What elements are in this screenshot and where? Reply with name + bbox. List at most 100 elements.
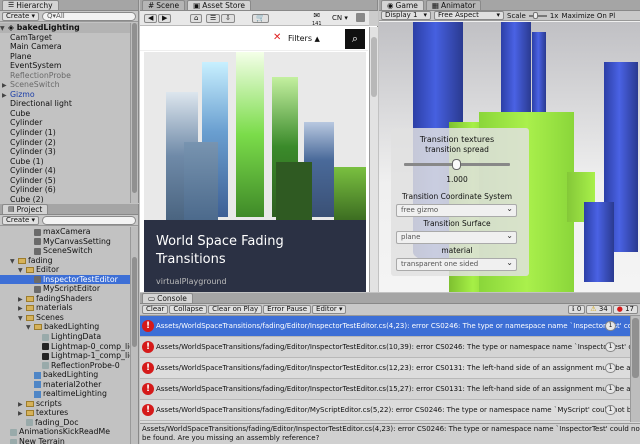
hierarchy-item[interactable]: Cylinder (5) [0, 176, 130, 186]
clear-on-play-button[interactable]: Clear on Play [208, 305, 263, 314]
error-pause-button[interactable]: Error Pause [263, 305, 312, 314]
hierarchy-create-button[interactable]: Create ▾ [2, 11, 40, 21]
surface-dropdown[interactable]: plane [396, 230, 517, 244]
project-item[interactable]: InspectorTestEditor [0, 274, 130, 285]
console-scrollbar[interactable] [630, 316, 640, 422]
hierarchy-item[interactable]: ReflectionProbe [0, 71, 130, 81]
expand-arrow-icon[interactable]: ▼ [18, 266, 26, 276]
list-icon[interactable]: ☰ [206, 14, 221, 23]
hierarchy-item[interactable]: Cylinder (6) [0, 185, 130, 195]
expand-arrow-icon[interactable]: ▼ [26, 323, 34, 333]
aspect-select[interactable]: Free Aspect ▾ [434, 11, 504, 20]
slider-handle[interactable] [452, 159, 461, 170]
expand-arrow-icon[interactable]: ▶ [2, 91, 10, 101]
hierarchy-scrollbar[interactable] [130, 23, 138, 203]
tab-hierarchy[interactable]: ☰ Hierarchy [2, 0, 59, 10]
mail-icon[interactable]: ✉ 141 [312, 12, 322, 28]
scale-slider[interactable] [528, 11, 547, 19]
project-item[interactable]: ▼ fading [0, 256, 130, 266]
hierarchy-item[interactable]: ▶ Gizmo [0, 90, 130, 100]
project-item[interactable]: ▼ bakedLighting [0, 322, 130, 332]
project-item[interactable]: Lightmap-1_comp_ligh [0, 351, 130, 361]
project-item[interactable]: fading_Doc [0, 418, 130, 428]
tab-console[interactable]: ▭ Console [142, 293, 193, 303]
hierarchy-scroll-thumb[interactable] [132, 23, 137, 193]
coord-system-dropdown[interactable]: free gizmo [396, 203, 517, 217]
tab-animator[interactable]: ▦ Animator [425, 0, 482, 10]
hierarchy-search-input[interactable]: Q▾All [42, 11, 136, 21]
project-item[interactable]: New Terrain [0, 437, 130, 444]
error-toggle[interactable]: ● 17 [612, 305, 638, 314]
console-log-row[interactable]: ! Assets/WorldSpaceTransitions/fading/Edi… [140, 379, 630, 400]
back-button[interactable]: ◀ [144, 14, 158, 23]
product-banner[interactable]: World Space Fading Transitions virtualPl… [144, 220, 366, 292]
project-create-button[interactable]: Create ▾ [2, 215, 40, 225]
project-scrollbar[interactable] [130, 227, 138, 444]
project-item[interactable]: ▶ fadingShaders [0, 294, 130, 304]
clear-button[interactable]: Clear [142, 305, 169, 314]
hierarchy-item[interactable]: Cube (1) [0, 157, 130, 167]
search-button[interactable]: ⌕ [345, 29, 365, 49]
tab-project[interactable]: ▤ Project [2, 204, 49, 214]
tab-asset-store[interactable]: ▣ Asset Store [187, 0, 251, 10]
console-log-row[interactable]: ! Assets/WorldSpaceTransitions/fading/Edi… [140, 400, 630, 421]
expand-arrow-icon[interactable]: ▶ [2, 81, 10, 91]
hierarchy-item[interactable]: Cube [0, 109, 130, 119]
language-select[interactable]: CN ▾ [332, 14, 348, 22]
tab-scene[interactable]: # Scene [142, 0, 186, 10]
store-scroll-thumb[interactable] [371, 37, 377, 97]
expand-arrow-icon[interactable]: ▼ [0, 24, 8, 34]
expand-arrow-icon[interactable]: ▼ [18, 314, 26, 324]
filters-button[interactable]: Filters ▲ [288, 34, 320, 43]
info-toggle[interactable]: ℹ 0 [567, 305, 586, 314]
tab-game[interactable]: ◉ Game [381, 0, 424, 10]
transition-spread-slider[interactable] [404, 159, 510, 170]
project-item[interactable]: material2other [0, 380, 130, 390]
display-select[interactable]: Display 1 ▾ [381, 11, 431, 20]
user-icon[interactable] [356, 13, 365, 22]
project-item[interactable]: ▶ materials [0, 303, 130, 313]
project-item[interactable]: ▶ textures [0, 408, 130, 418]
project-item[interactable]: MyCanvasSetting [0, 237, 130, 247]
project-item[interactable]: maxCamera [0, 227, 130, 237]
product-image[interactable] [144, 52, 366, 220]
hierarchy-item[interactable]: CamTarget [0, 33, 130, 43]
project-item[interactable]: ▼ Editor [0, 265, 130, 275]
hierarchy-item[interactable]: Directional light [0, 99, 130, 109]
project-item[interactable]: ▶ scripts [0, 399, 130, 409]
project-item[interactable]: AnimationsKickReadMe [0, 427, 130, 437]
cart-icon[interactable]: 🛒 [252, 14, 269, 23]
console-scroll-thumb[interactable] [632, 318, 639, 378]
expand-arrow-icon[interactable]: ▼ [10, 257, 18, 267]
download-icon[interactable]: ⇩ [221, 14, 235, 23]
project-item[interactable]: ReflectionProbe-0 [0, 361, 130, 371]
hierarchy-item[interactable]: Cylinder (1) [0, 128, 130, 138]
product-publisher[interactable]: virtualPlayground [156, 277, 227, 286]
collapse-button[interactable]: Collapse [169, 305, 208, 314]
project-item[interactable]: bakedLighting [0, 370, 130, 380]
hierarchy-item[interactable]: Plane [0, 52, 130, 62]
console-log-row[interactable]: ! Assets/WorldSpaceTransitions/fading/Edi… [140, 358, 630, 379]
hierarchy-item[interactable]: Cylinder (4) [0, 166, 130, 176]
editor-dropdown[interactable]: Editor ▾ [312, 305, 347, 314]
console-log-row[interactable]: ! Assets/WorldSpaceTransitions/fading/Edi… [140, 337, 630, 358]
project-search-input[interactable] [42, 215, 136, 225]
store-scrollbar[interactable] [369, 27, 378, 292]
hierarchy-item[interactable]: ▶ SceneSwitch [0, 80, 130, 90]
project-item[interactable]: SceneSwitch [0, 246, 130, 256]
console-log-row[interactable]: ! Assets/WorldSpaceTransitions/fading/Edi… [140, 316, 630, 337]
hierarchy-item[interactable]: Cylinder (2) [0, 138, 130, 148]
project-scroll-thumb[interactable] [132, 257, 137, 347]
project-item[interactable]: Lightmap-0_comp_ligh [0, 342, 130, 352]
hierarchy-item[interactable]: EventSystem [0, 61, 130, 71]
scene-root[interactable]: ▼ ◈ bakedLighting [0, 23, 130, 33]
hierarchy-item[interactable]: Cylinder (3) [0, 147, 130, 157]
project-item[interactable]: LightingData [0, 332, 130, 342]
hierarchy-item[interactable]: Cylinder [0, 118, 130, 128]
project-item[interactable]: ▼ Scenes [0, 313, 130, 323]
hierarchy-item[interactable]: Main Camera [0, 42, 130, 52]
hierarchy-item[interactable]: Cube (2) [0, 195, 130, 203]
home-icon[interactable]: ⌂ [190, 14, 203, 23]
project-item[interactable]: realtimeLighting [0, 389, 130, 399]
forward-button[interactable]: ▶ [158, 14, 172, 23]
